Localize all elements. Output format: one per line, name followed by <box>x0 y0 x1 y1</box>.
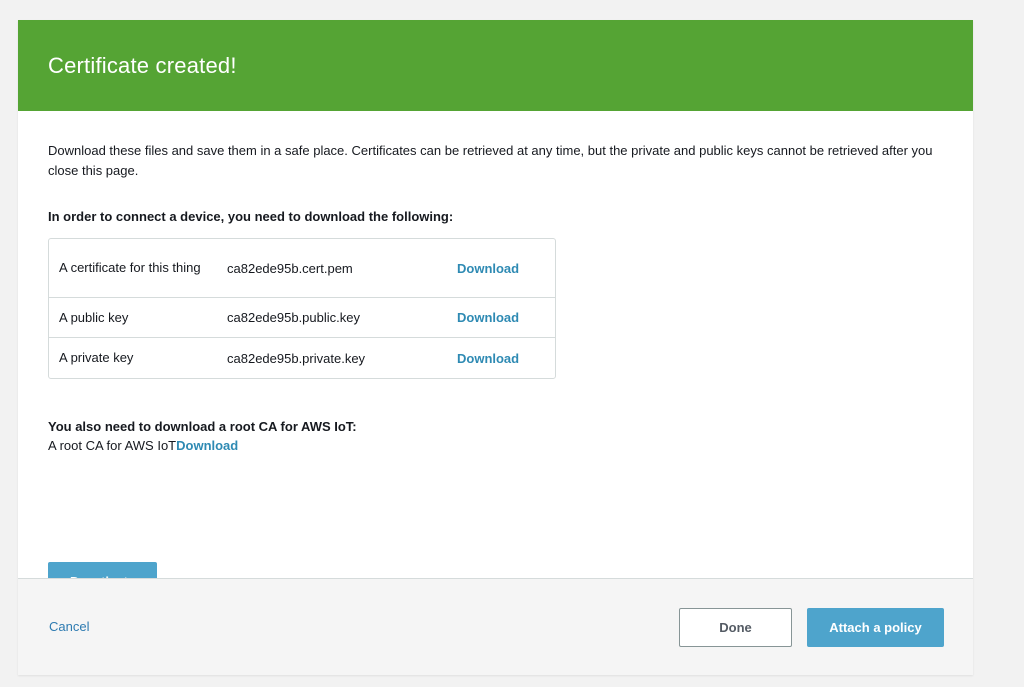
download-private-key-link[interactable]: Download <box>457 351 555 366</box>
files-heading: In order to connect a device, you need t… <box>48 209 454 224</box>
file-description: A certificate for this thing <box>59 260 201 275</box>
file-name: ca82ede95b.private.key <box>227 350 366 366</box>
dialog-header: Certificate created! <box>18 20 973 111</box>
attach-policy-button[interactable]: Attach a policy <box>807 608 944 647</box>
download-root-ca-link[interactable]: Download <box>176 438 238 453</box>
dialog-body: Download these files and save them in a … <box>18 111 973 600</box>
file-row-public-key: A public key ca82ede95b.public.key Downl… <box>49 298 555 338</box>
file-name: ca82ede95b.cert.pem <box>227 260 353 276</box>
file-row-certificate: A certificate for this thing ca82ede95b.… <box>49 239 555 298</box>
download-certificate-link[interactable]: Download <box>457 261 555 276</box>
intro-text: Download these files and save them in a … <box>48 143 933 178</box>
root-ca-label: A root CA for AWS IoT <box>48 438 177 453</box>
dialog-footer: Cancel Done Attach a policy <box>18 578 973 675</box>
files-table: A certificate for this thing ca82ede95b.… <box>48 238 556 379</box>
done-button[interactable]: Done <box>679 608 792 647</box>
root-ca-heading: You also need to download a root CA for … <box>48 419 357 434</box>
certificate-created-dialog: Certificate created! Download these file… <box>18 20 973 675</box>
file-name: ca82ede95b.public.key <box>227 310 360 325</box>
file-description: A private key <box>59 350 134 365</box>
file-row-private-key: A private key ca82ede95b.private.key Dow… <box>49 338 555 378</box>
cancel-link[interactable]: Cancel <box>49 619 89 634</box>
download-public-key-link[interactable]: Download <box>457 310 555 325</box>
root-ca-line: A root CA for AWS IoTDownload <box>48 438 238 453</box>
dialog-title: Certificate created! <box>48 52 237 78</box>
file-description: A public key <box>59 309 129 325</box>
